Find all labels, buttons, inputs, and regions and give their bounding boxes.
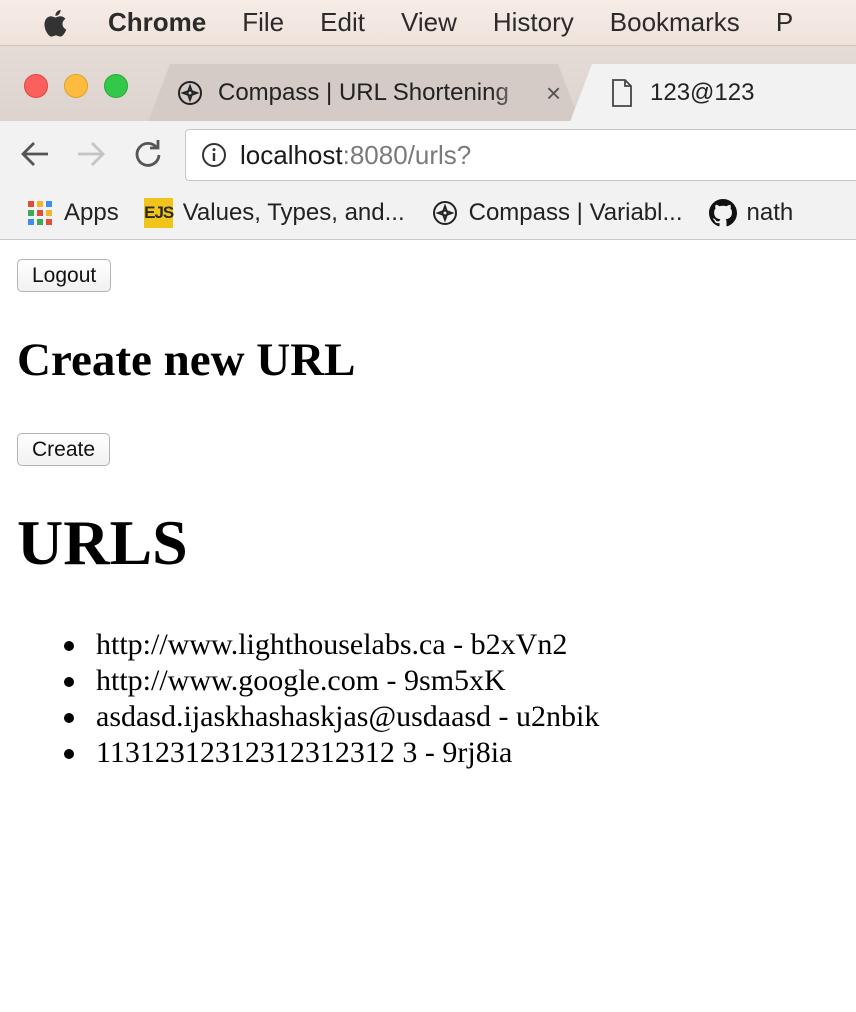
tab-title: 123@123	[650, 79, 755, 106]
url-host: localhost	[240, 139, 343, 170]
tab-title: Compass | URL Shortening	[218, 79, 509, 106]
bookmark-github[interactable]: nath	[708, 199, 794, 227]
apple-icon[interactable]	[40, 8, 68, 38]
menu-people[interactable]: P	[776, 7, 793, 38]
tab-close-icon[interactable]: ×	[546, 79, 561, 107]
bookmark-label: Compass | Variabl...	[468, 199, 683, 226]
bookmark-label: Apps	[64, 199, 119, 226]
create-url-heading: Create new URL	[17, 334, 356, 386]
tab-compass[interactable]: Compass | URL Shortening ×	[148, 64, 580, 122]
menu-bookmarks[interactable]: Bookmarks	[610, 7, 740, 38]
ejs-icon: EJS	[144, 198, 174, 228]
page-content: Logout Create new URL Create URLS http:/…	[0, 241, 856, 1012]
urls-heading: URLS	[17, 507, 188, 578]
url-path: :8080/urls?	[342, 139, 472, 170]
reload-icon[interactable]	[131, 137, 165, 171]
compass-icon	[176, 79, 204, 107]
window-maximize-button[interactable]	[104, 74, 128, 98]
tab-strip: Compass | URL Shortening × 123@123	[0, 45, 856, 122]
bookmarks-bar: Apps EJS Values, Types, and... Compass |…	[0, 187, 856, 240]
menu-edit[interactable]: Edit	[320, 7, 365, 38]
compass-icon	[431, 199, 459, 227]
menu-file[interactable]: File	[242, 7, 284, 38]
bookmark-label: Values, Types, and...	[182, 199, 405, 226]
browser-toolbar: localhost:8080/urls?	[0, 121, 856, 187]
list-item: asdasd.ijaskhashaskjas@usdaasd - u2nbik	[63, 700, 600, 733]
list-item: http://www.google.com - 9sm5xK	[63, 663, 599, 699]
bookmark-compass-variables[interactable]: Compass | Variabl...	[431, 199, 683, 227]
logout-button[interactable]: Logout	[17, 259, 112, 292]
bookmark-eloquent-js[interactable]: EJS Values, Types, and...	[144, 198, 405, 228]
github-icon	[708, 199, 737, 227]
window-minimize-button[interactable]	[64, 74, 88, 98]
bookmark-apps[interactable]: Apps	[26, 199, 119, 227]
menu-app-name[interactable]: Chrome	[108, 7, 206, 38]
info-icon[interactable]	[200, 141, 228, 169]
list-item: 11312312312312312312 3 - 9rj8ia	[63, 735, 599, 771]
bookmark-label: nath	[746, 199, 794, 226]
url-list: http://www.lighthouselabs.ca - b2xVn2 ht…	[63, 627, 600, 771]
create-button[interactable]: Create	[17, 433, 111, 466]
list-item: http://www.lighthouselabs.ca - b2xVn2	[63, 627, 599, 663]
macos-menu-bar: Chrome File Edit View History Bookmarks …	[0, 0, 856, 45]
menu-history[interactable]: History	[493, 7, 574, 38]
menu-view[interactable]: View	[401, 7, 457, 38]
forward-arrow-icon[interactable]	[74, 137, 108, 171]
address-bar[interactable]: localhost:8080/urls?	[185, 129, 856, 181]
back-arrow-icon[interactable]	[18, 137, 52, 171]
tab-current[interactable]: 123@123	[570, 64, 856, 122]
document-icon	[608, 79, 636, 107]
url-text: localhost:8080/urls?	[240, 140, 471, 171]
apps-grid-icon	[26, 199, 54, 227]
window-close-button[interactable]	[24, 74, 48, 98]
